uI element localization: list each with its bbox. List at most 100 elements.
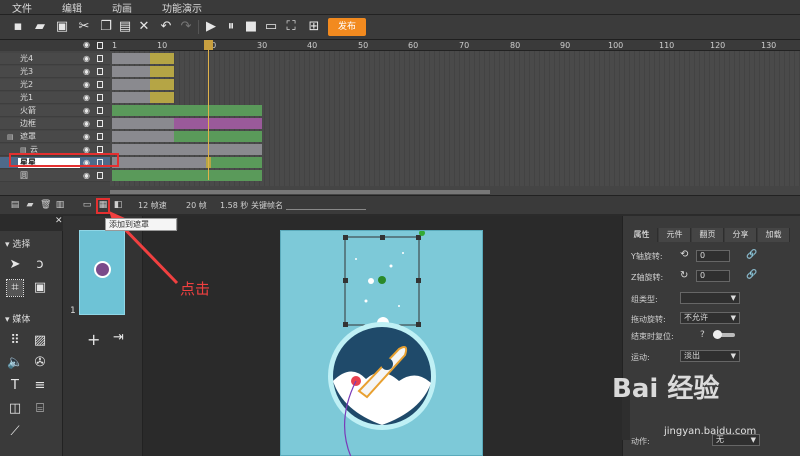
playhead-handle[interactable] — [204, 40, 213, 50]
frame-span[interactable] — [112, 92, 150, 103]
export-icon[interactable]: ⊞ — [306, 19, 322, 35]
crop-icon[interactable]: ▣ — [32, 280, 48, 296]
eye-icon[interactable]: ◉ — [83, 131, 90, 143]
lock-icon[interactable] — [97, 133, 103, 140]
lock-icon[interactable] — [97, 172, 103, 179]
motion-select[interactable]: 淡出 ▼ — [680, 350, 740, 362]
lock-all-icon[interactable] — [97, 42, 103, 49]
redo-icon[interactable]: ↷ — [178, 19, 194, 35]
eye-icon[interactable]: ◉ — [83, 170, 90, 182]
frame-span[interactable] — [112, 170, 262, 181]
delete-icon[interactable]: ✕ — [136, 19, 152, 35]
lasso-icon[interactable]: ↄ — [32, 257, 48, 273]
eye-icon[interactable]: ◉ — [83, 92, 90, 104]
frame-ruler[interactable]: 1 10 20 30 40 50 60 70 80 90 100 110 120… — [110, 40, 800, 51]
chart-icon[interactable]: ⟋ — [7, 424, 23, 440]
layer-frame-icon[interactable]: ▭ — [82, 200, 92, 210]
frame-span[interactable] — [150, 66, 174, 77]
frame-span[interactable] — [112, 105, 262, 116]
sound-icon[interactable]: 🔈 — [7, 355, 23, 371]
eye-icon[interactable]: ◉ — [83, 53, 90, 65]
new-page-icon[interactable]: ▰ — [32, 19, 48, 35]
tab-component[interactable]: 元件 — [659, 228, 691, 242]
publish-button[interactable]: 发布 — [328, 18, 366, 36]
add-scene-icon[interactable]: + — [87, 330, 100, 349]
frame-span[interactable] — [150, 92, 174, 103]
lock-icon[interactable] — [97, 94, 103, 101]
lock-icon[interactable] — [97, 107, 103, 114]
frame-span[interactable] — [211, 157, 262, 168]
frame-span[interactable] — [112, 79, 150, 90]
frame-span[interactable] — [112, 131, 174, 142]
tools-section-media[interactable]: ▾ 媒体 — [5, 312, 30, 325]
lock-icon[interactable] — [97, 146, 103, 153]
layer-row[interactable]: 边框 ◉ — [0, 118, 110, 130]
layer-row[interactable]: 光3 ◉ — [0, 66, 110, 78]
frame-span[interactable] — [112, 157, 206, 168]
link-icon[interactable]: 🔗 — [746, 250, 757, 260]
cut-icon[interactable]: ✂ — [76, 19, 92, 35]
pause-icon[interactable]: ⏸ — [223, 19, 239, 35]
frame-grid[interactable] — [110, 51, 800, 186]
menu-file[interactable]: 文件 — [0, 0, 32, 15]
copy-icon[interactable]: ❐ — [98, 19, 114, 35]
lock-icon[interactable] — [97, 55, 103, 62]
menu-edit[interactable]: 编辑 — [50, 0, 82, 15]
fullscreen-icon[interactable]: ⛶ — [283, 19, 299, 35]
layer-row[interactable]: 火箭 ◉ — [0, 105, 110, 117]
text-icon[interactable]: T — [7, 378, 23, 394]
play-icon[interactable]: ▶ — [203, 19, 219, 35]
save-icon[interactable]: ▣ — [54, 19, 70, 35]
folder-icon[interactable]: ▤ — [7, 133, 14, 141]
menu-demo[interactable]: 功能演示 — [150, 0, 202, 15]
eye-icon[interactable]: ◉ — [83, 105, 90, 117]
layer-row[interactable]: 光2 ◉ — [0, 79, 110, 91]
lock-icon[interactable] — [97, 68, 103, 75]
layer-row[interactable]: ▤ 遮罩 ◉ — [0, 131, 110, 143]
frame-span[interactable] — [150, 79, 174, 90]
new-layer-icon[interactable]: ▤ — [10, 200, 20, 210]
image-icon[interactable]: ▨ — [32, 333, 48, 349]
menu-animation[interactable]: 动画 — [100, 0, 132, 15]
frame-span[interactable] — [174, 131, 262, 142]
stop-icon[interactable]: ■ — [243, 19, 259, 35]
layer-row[interactable]: 光1 ◉ — [0, 92, 110, 104]
undo-icon[interactable]: ↶ — [158, 19, 174, 35]
close-icon[interactable]: ✕ — [55, 216, 63, 226]
grid-icon[interactable]: ⠿ — [7, 333, 23, 349]
eye-icon[interactable]: ◉ — [83, 118, 90, 130]
new-file-icon[interactable]: ▪ — [10, 19, 26, 35]
lock-icon[interactable] — [97, 81, 103, 88]
eye-icon[interactable]: ◉ — [83, 79, 90, 91]
frame-span[interactable] — [112, 53, 150, 64]
z-rotate-input[interactable]: 0 — [696, 270, 730, 282]
preview-icon[interactable]: ▭ — [263, 19, 279, 35]
link-icon[interactable]: 🔗 — [746, 270, 757, 280]
tab-pageflip[interactable]: 翻页 — [692, 228, 724, 242]
delete-layer-icon[interactable]: 🗑 — [40, 200, 51, 210]
transform-icon[interactable]: ⌗ — [6, 279, 24, 297]
layer-row[interactable]: 圆 ◉ — [0, 170, 110, 182]
frame-span[interactable] — [112, 118, 174, 129]
frame-icon[interactable]: ◫ — [7, 401, 23, 417]
help-icon[interactable]: ? — [700, 330, 705, 340]
lock-icon[interactable] — [97, 120, 103, 127]
drag-rotate-select[interactable]: 不允许 ▼ — [680, 312, 740, 324]
eye-icon[interactable]: ◉ — [83, 66, 90, 78]
playhead[interactable] — [208, 40, 209, 180]
keyframe-name-input[interactable] — [286, 209, 366, 210]
layer-row[interactable]: 光4 ◉ — [0, 53, 110, 65]
new-folder-icon[interactable]: ▰ — [25, 200, 35, 210]
frame-span[interactable] — [174, 118, 262, 129]
layer-option-icon[interactable]: ▥ — [55, 200, 65, 210]
frame-span[interactable] — [150, 53, 174, 64]
group-type-select[interactable]: ▼ — [680, 292, 740, 304]
tab-load[interactable]: 加载 — [758, 228, 790, 242]
paragraph-icon[interactable]: ≡ — [32, 378, 48, 394]
y-rotate-input[interactable]: 0 — [696, 250, 730, 262]
tab-properties[interactable]: 属性 — [626, 228, 658, 242]
code-icon[interactable]: ⌸ — [32, 401, 48, 417]
stage-canvas[interactable] — [280, 230, 483, 456]
arrow-icon[interactable]: ➤ — [7, 257, 23, 273]
tools-section-select[interactable]: ▾ 选择 — [5, 237, 30, 250]
